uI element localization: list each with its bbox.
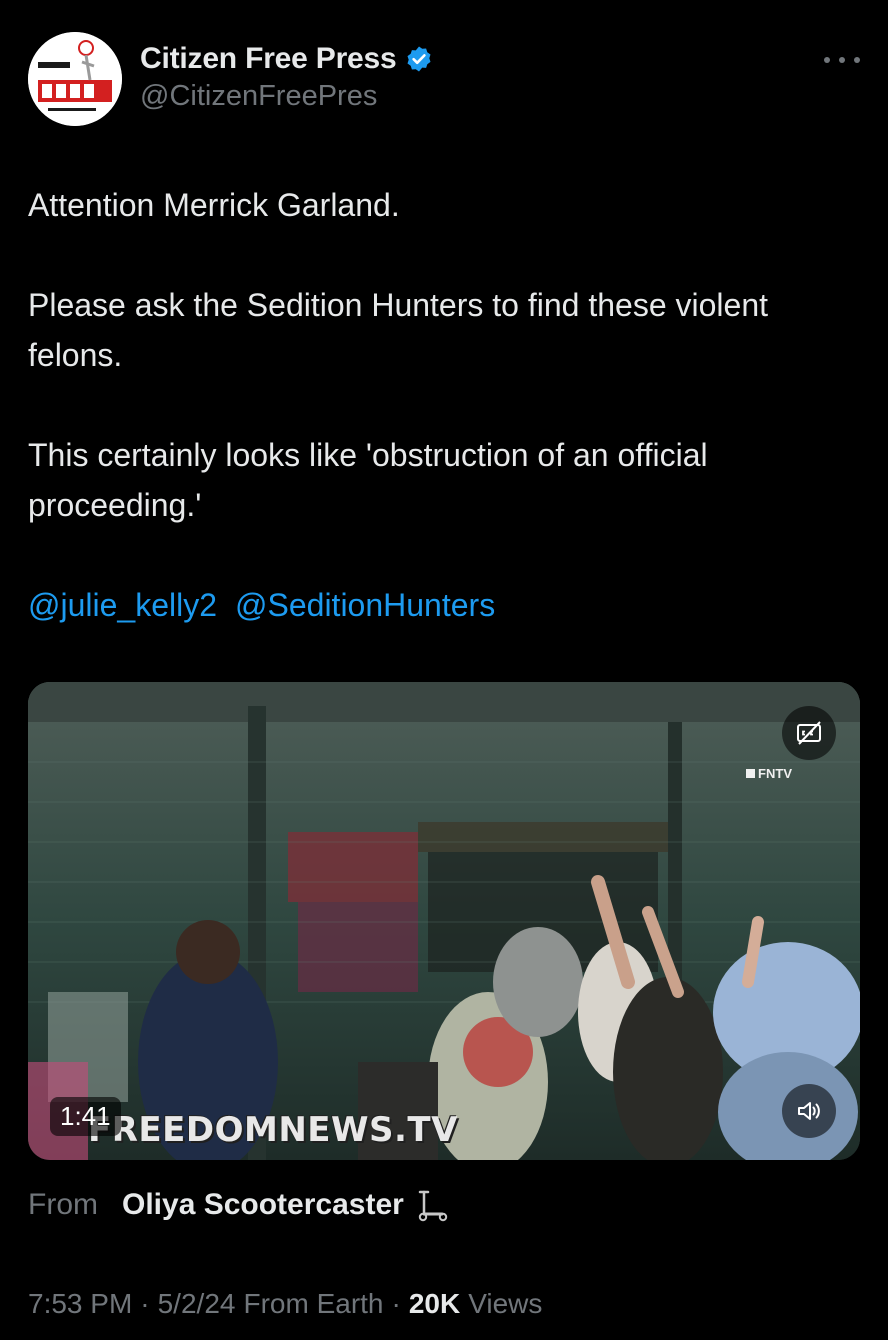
attribution-author-link[interactable]: Oliya Scootercaster (122, 1188, 404, 1222)
tweet-meta: 7:53 PM · 5/2/24 From Earth · 20K Views (28, 1288, 542, 1320)
author-names: Citizen Free Press @CitizenFreePres (140, 42, 433, 113)
tweet-time[interactable]: 7:53 PM (28, 1288, 132, 1320)
video-player[interactable]: FNTV FREEDOMNEWS.TV 1:41 (28, 682, 860, 1160)
video-watermark: FREEDOMNEWS.TV (88, 1110, 458, 1150)
views-count: 20K (408, 1288, 461, 1319)
tweet-date[interactable]: 5/2/24 (158, 1288, 236, 1320)
captions-button[interactable] (782, 706, 836, 760)
separator: · (391, 1288, 401, 1319)
captions-off-icon (797, 721, 821, 745)
volume-button[interactable] (782, 1084, 836, 1138)
kick-scooter-icon (414, 1188, 450, 1222)
tweet-header: Citizen Free Press @CitizenFreePres (28, 32, 860, 132)
author-display-name[interactable]: Citizen Free Press (140, 42, 397, 76)
volume-icon (798, 1102, 820, 1120)
from-label: From (28, 1188, 98, 1221)
mention-link[interactable]: @SeditionHunters (235, 580, 495, 630)
more-options-icon[interactable] (824, 50, 860, 70)
verified-badge-icon (405, 45, 433, 73)
tweet-text: Attention Merrick Garland. Please ask th… (28, 180, 860, 630)
avatar[interactable] (28, 32, 122, 126)
video-attribution: From Oliya Scootercaster (28, 1188, 450, 1222)
tweet-source: From Earth (243, 1288, 384, 1319)
author-handle[interactable]: @CitizenFreePres (140, 80, 433, 113)
separator: · (140, 1288, 150, 1319)
tweet-detail: Citizen Free Press @CitizenFreePres Atte… (0, 0, 888, 1340)
views-label: Views (468, 1288, 543, 1319)
mention-link[interactable]: @julie_kelly2 (28, 580, 217, 630)
video-frame (28, 682, 860, 1160)
channel-logo: FNTV (746, 766, 792, 781)
tweet-text-line: This certainly looks like 'obstruction o… (28, 437, 708, 523)
mentions: @julie_kelly2 @SeditionHunters (28, 580, 860, 630)
tweet-text-line: Attention Merrick Garland. (28, 187, 400, 223)
citizen-free-press-logo (28, 32, 122, 126)
tweet-text-line: Please ask the Sedition Hunters to find … (28, 287, 768, 373)
display-name-row: Citizen Free Press (140, 42, 433, 76)
video-duration: 1:41 (50, 1097, 121, 1136)
